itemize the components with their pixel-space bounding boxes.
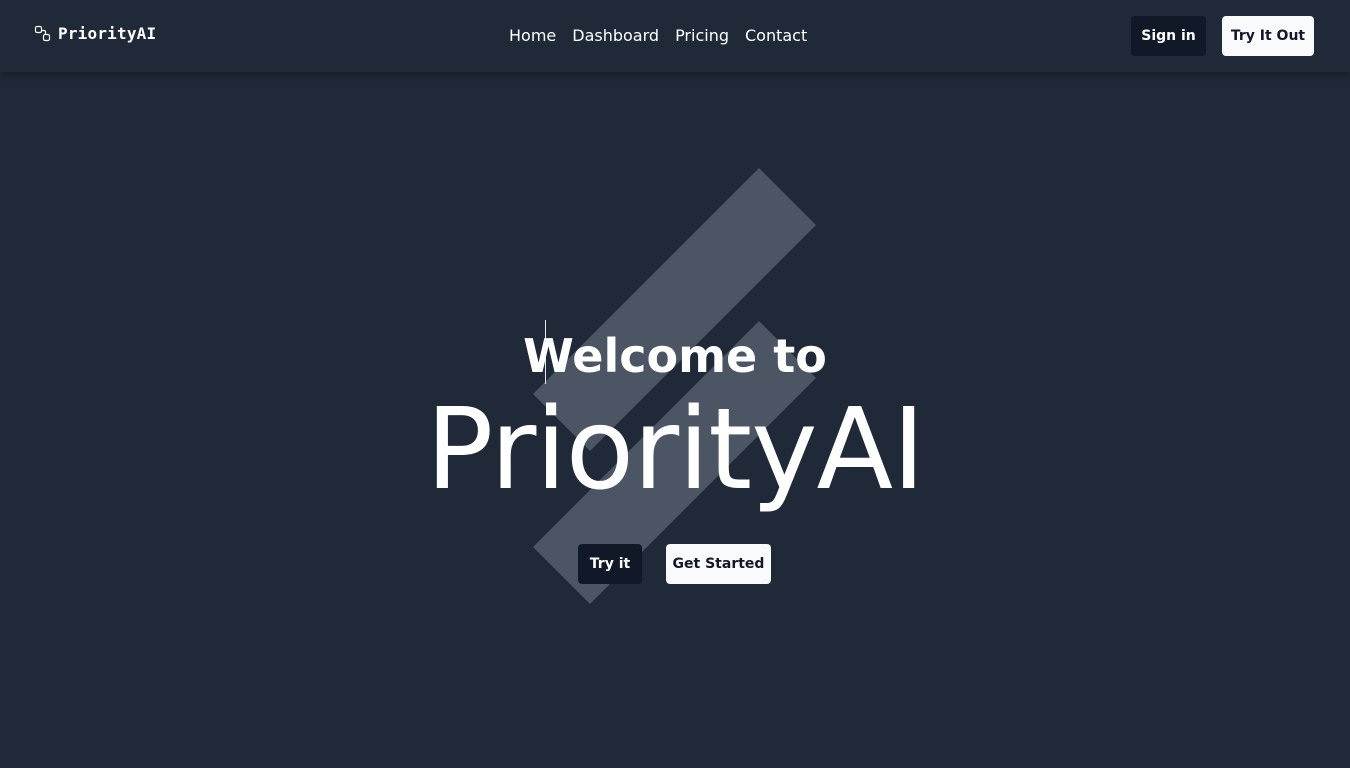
sign-in-button[interactable]: Sign in [1131,16,1206,56]
nav-link-contact[interactable]: Contact [745,26,807,46]
hero-welcome-text: Welcome to [523,329,827,383]
top-navbar: PriorityAI Home Dashboard Pricing Contac… [0,0,1350,72]
main-nav: Home Dashboard Pricing Contact [509,26,807,46]
link-icon [34,25,51,42]
nav-link-home[interactable]: Home [509,26,556,46]
try-it-out-button[interactable]: Try It Out [1222,16,1314,56]
try-it-button[interactable]: Try it [578,544,642,584]
get-started-button[interactable]: Get Started [666,544,771,584]
brand-name: PriorityAI [58,24,157,43]
nav-link-pricing[interactable]: Pricing [675,26,729,46]
brand-logo-link[interactable]: PriorityAI [34,24,156,43]
nav-link-dashboard[interactable]: Dashboard [572,26,659,46]
hero-title: PriorityAI [425,385,925,515]
